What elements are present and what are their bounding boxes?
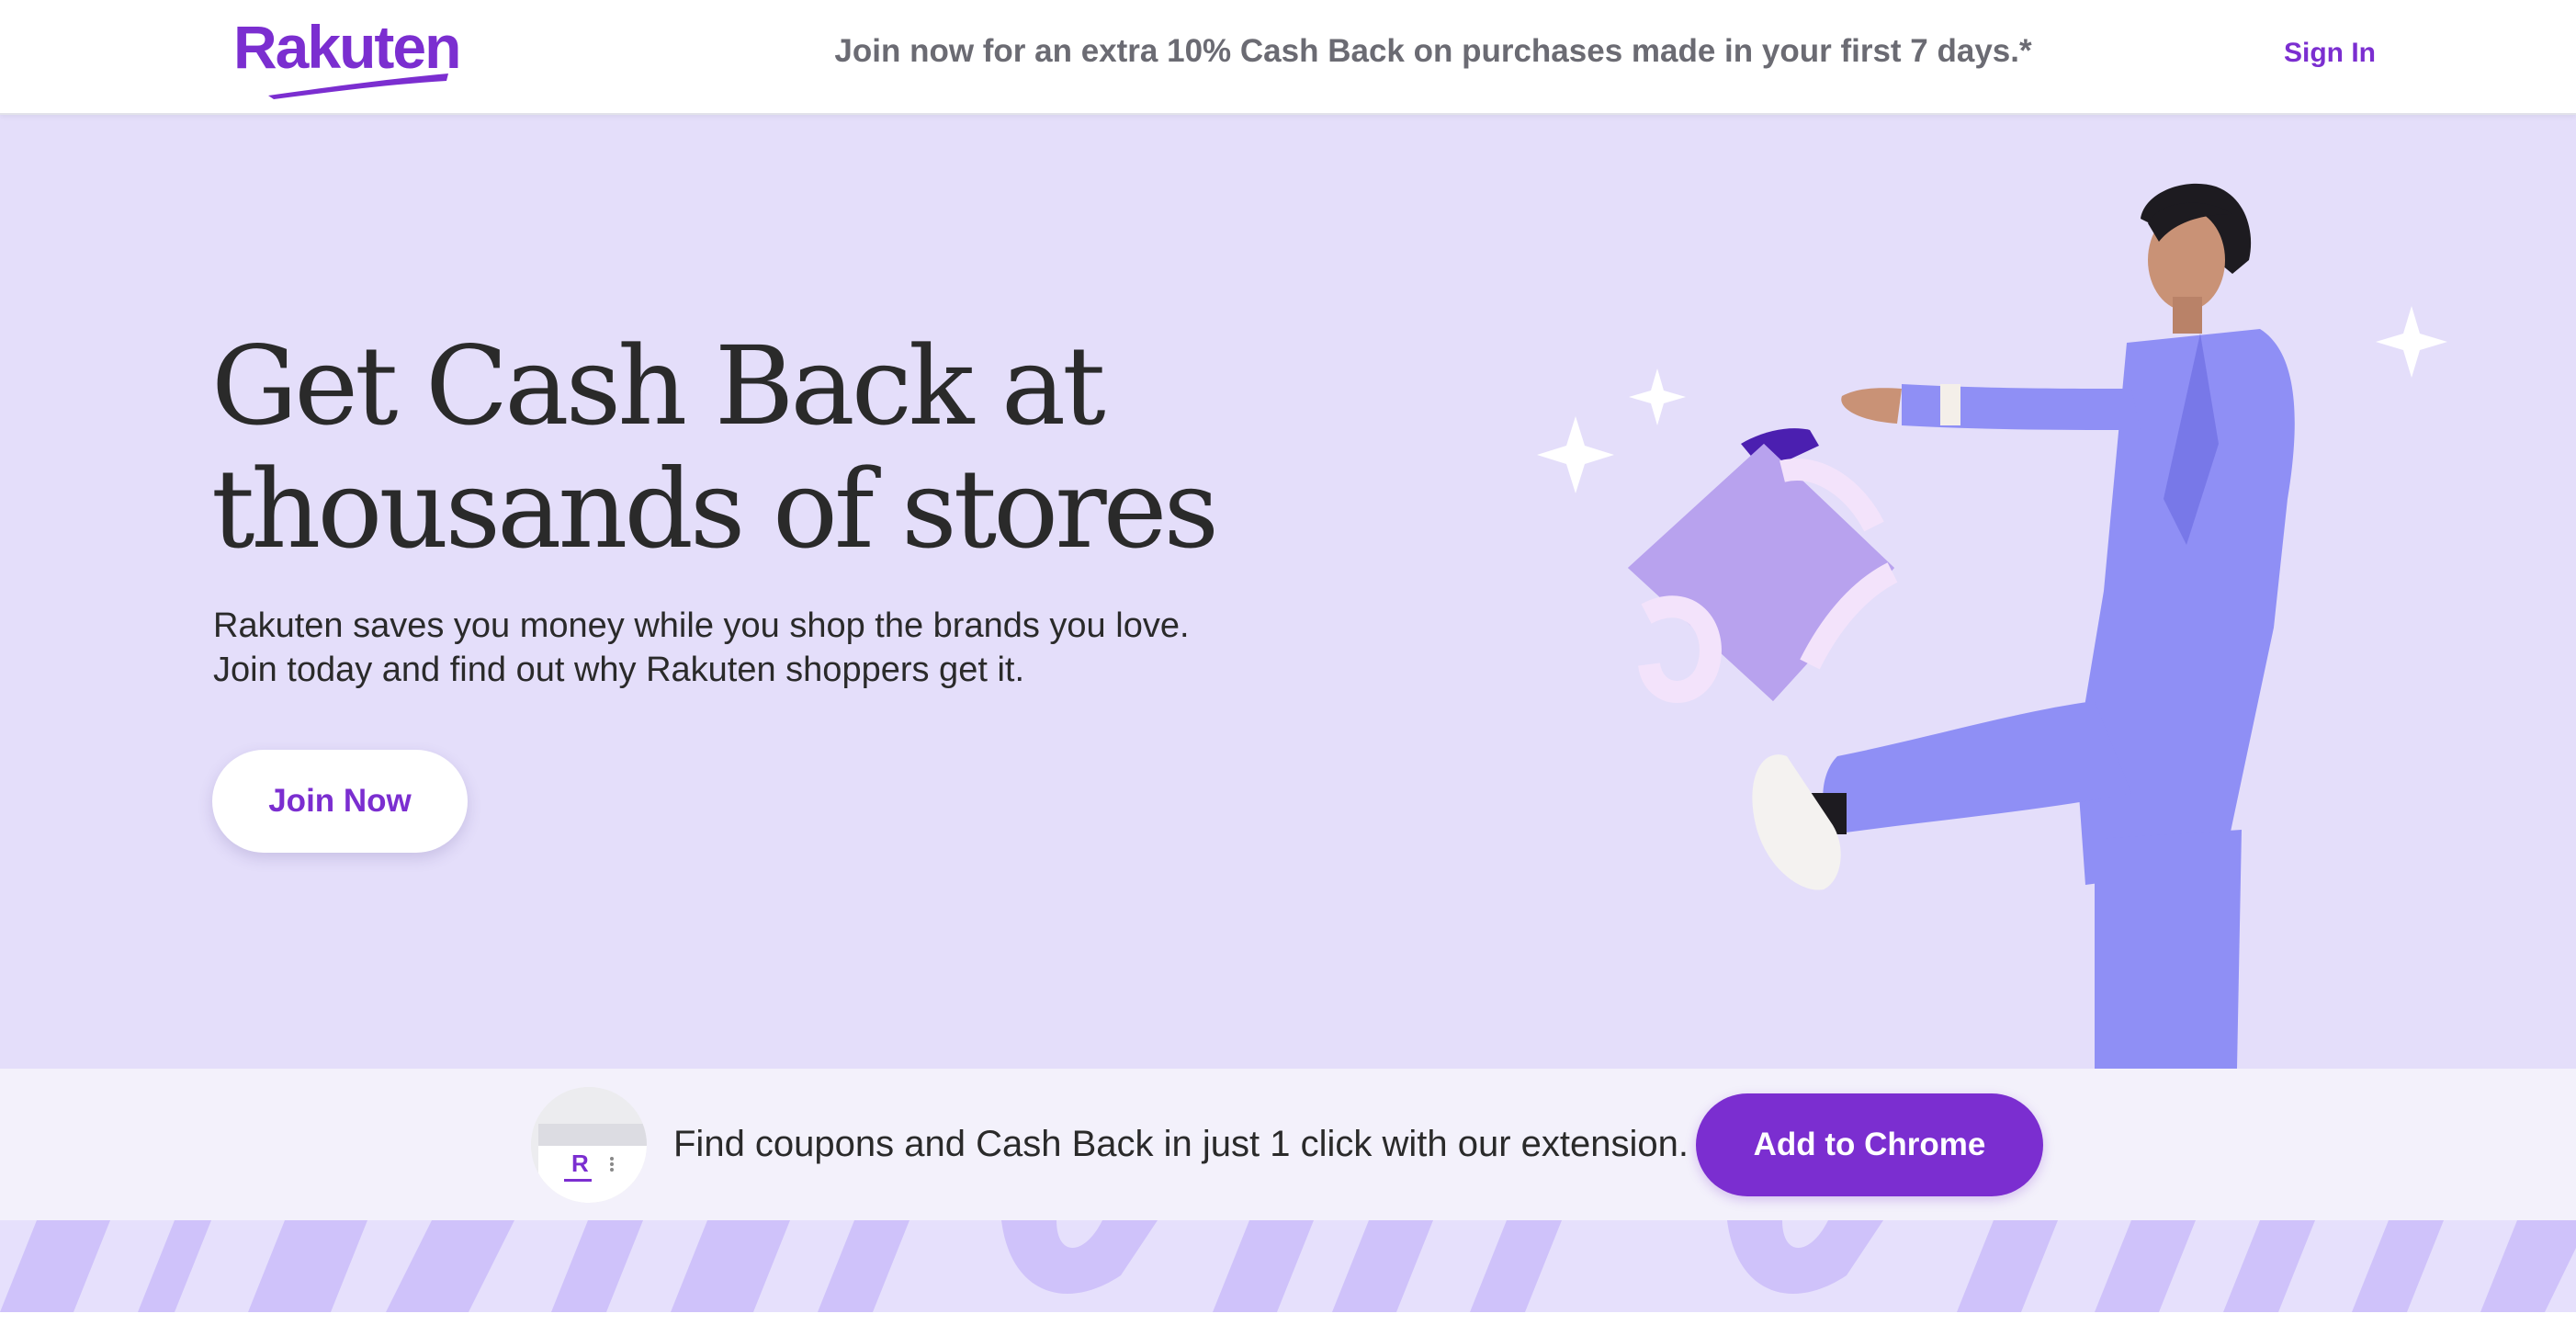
hero-title-line-2: thousands of stores — [211, 446, 1219, 572]
sparkle-icon — [2376, 306, 2447, 378]
logo-swoosh-icon — [268, 74, 448, 99]
extension-thumbnail: R — [531, 1087, 647, 1203]
extension-preview-icon: R — [531, 1087, 647, 1203]
page-bottom-edge — [0, 1312, 2576, 1325]
join-now-button[interactable]: Join Now — [212, 750, 468, 853]
hero-illustration — [1537, 183, 2447, 1069]
hero-title: Get Cash Back at thousands of stores — [211, 324, 1406, 571]
extension-thumb-letter: R — [571, 1149, 589, 1177]
extension-promo-bar: R Find coupons and Cash Back in just 1 c… — [0, 1069, 2576, 1220]
logo-wordmark: Rakuten — [233, 13, 461, 81]
sparkle-icon — [1537, 416, 1614, 493]
rakuten-logo[interactable]: Rakuten — [233, 15, 461, 99]
sign-in-link[interactable]: Sign In — [2284, 38, 2376, 69]
hero-subtitle-line-1: Rakuten saves you money while you shop t… — [213, 606, 1190, 645]
hero-subtitle-line-2: Join today and find out why Rakuten shop… — [213, 651, 1024, 689]
stripe-pattern — [0, 1220, 2576, 1312]
promo-banner-text: Join now for an extra 10% Cash Back on p… — [834, 33, 2032, 69]
sparkle-icon — [1629, 368, 1686, 425]
extension-promo-text: Find coupons and Cash Back in just 1 cli… — [673, 1124, 1689, 1164]
hero-subtitle: Rakuten saves you money while you shop t… — [213, 604, 1316, 692]
add-to-chrome-button[interactable]: Add to Chrome — [1696, 1093, 2043, 1196]
site-header: Rakuten Join now for an extra 10% Cash B… — [0, 0, 2576, 115]
hero-section: Get Cash Back at thousands of stores Rak… — [0, 113, 2576, 1069]
decorative-pattern-band — [0, 1220, 2576, 1312]
hero-title-line-1: Get Cash Back at — [211, 323, 1106, 449]
